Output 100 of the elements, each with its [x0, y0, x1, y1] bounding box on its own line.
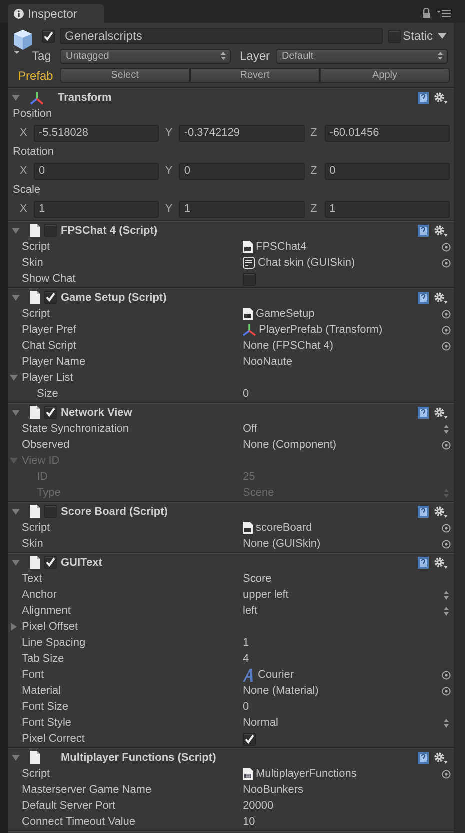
gear-icon[interactable] [434, 752, 448, 764]
property-checkbox[interactable] [243, 272, 256, 286]
enable-checkbox[interactable] [44, 505, 57, 518]
foldout-arrow-icon[interactable] [10, 374, 18, 382]
help-icon[interactable] [418, 406, 429, 418]
enable-checkbox[interactable] [44, 556, 57, 569]
axis-label: X [20, 165, 28, 177]
object-field-value[interactable]: scoreBoard [256, 522, 312, 534]
property-label: Alignment [22, 605, 71, 617]
number-field[interactable]: -60.01456 [324, 124, 450, 142]
prefab-button[interactable]: Apply [320, 68, 450, 83]
property-value[interactable]: 0 [243, 701, 250, 713]
number-field[interactable]: 0 [179, 162, 305, 180]
component-title: Score Board (Script) [61, 506, 168, 518]
gear-icon[interactable] [434, 506, 448, 518]
number-field[interactable]: -0.3742129 [179, 124, 305, 142]
property-label: Tab Size [22, 653, 64, 665]
number-field[interactable]: 0 [34, 162, 160, 180]
prefab-button[interactable]: Revert [190, 68, 320, 83]
gear-icon[interactable] [434, 556, 448, 568]
foldout-arrow-icon[interactable] [12, 294, 20, 302]
object-field-value[interactable]: None (GUISkin) [243, 538, 321, 550]
object-field-value[interactable]: None (FPSChat 4) [243, 340, 334, 352]
property-value[interactable]: 4 [243, 653, 250, 665]
axes-icon [243, 324, 256, 336]
object-field-value[interactable]: None (Component) [243, 439, 337, 451]
property-value[interactable]: 20000 [243, 800, 274, 812]
component-title: FPSChat 4 (Script) [61, 224, 158, 236]
object-field-value[interactable]: None (Material) [243, 685, 319, 697]
enable-checkbox[interactable] [44, 224, 57, 237]
foldout-arrow-icon[interactable] [10, 623, 18, 631]
property-value[interactable]: NooNaute [243, 356, 293, 368]
up-down-arrows-icon[interactable] [444, 718, 448, 728]
property-value[interactable]: 0 [243, 388, 250, 400]
object-field-value[interactable]: GameSetup [256, 308, 315, 320]
property-label: Show Chat [22, 273, 76, 285]
caret-icon[interactable] [438, 33, 448, 39]
inspector-tab[interactable]: Inspector [8, 4, 104, 23]
help-icon[interactable] [418, 292, 429, 304]
property-label: Font [22, 669, 44, 681]
object-field-value[interactable]: Courier [258, 669, 294, 681]
number-field[interactable]: -5.518028 [34, 124, 160, 142]
property-label: Script [22, 308, 50, 320]
number-field[interactable]: 0 [324, 162, 450, 180]
active-checkbox[interactable] [42, 30, 55, 42]
document-icon [30, 751, 40, 764]
enable-checkbox[interactable] [44, 406, 57, 419]
dropdown-value[interactable]: Normal [243, 717, 278, 729]
object-picker-icon[interactable] [442, 440, 450, 450]
name-field[interactable]: Generalscripts [60, 28, 383, 44]
script-file-icon [243, 522, 253, 534]
property-value[interactable]: NooBunkers [243, 784, 304, 796]
property-label: Skin [22, 257, 44, 269]
up-down-arrows-icon[interactable] [444, 590, 448, 600]
foldout-arrow-icon[interactable] [12, 558, 20, 566]
property-label: Font Style [22, 717, 72, 729]
enable-checkbox[interactable] [44, 291, 57, 304]
gear-icon[interactable] [434, 224, 448, 236]
help-icon[interactable] [418, 92, 429, 104]
object-picker-icon[interactable] [442, 770, 450, 778]
lock-icon[interactable] [422, 8, 431, 18]
tag-dropdown[interactable]: Untagged [60, 48, 231, 64]
help-icon[interactable] [418, 556, 429, 568]
property-label: Font Size [22, 701, 68, 713]
foldout-arrow-icon[interactable] [12, 94, 20, 102]
property-checkbox[interactable] [243, 732, 256, 746]
help-icon[interactable] [418, 506, 429, 518]
property-label: Observed [22, 439, 70, 451]
property-value[interactable]: 10 [243, 816, 256, 828]
gear-icon[interactable] [434, 292, 448, 304]
property-value[interactable]: 1 [243, 637, 250, 649]
help-icon[interactable] [418, 224, 429, 236]
foldout-arrow-icon[interactable] [12, 226, 20, 234]
up-down-arrows-icon[interactable] [444, 424, 448, 434]
foldout-arrow-icon[interactable] [12, 508, 20, 516]
dropdown-value[interactable]: upper left [243, 589, 289, 601]
number-field[interactable]: 1 [34, 200, 160, 218]
dropdown-value[interactable]: Off [243, 423, 258, 435]
help-icon[interactable] [418, 752, 429, 764]
object-field-value[interactable]: MultiplayerFunctions [256, 768, 357, 780]
tag-label: Tag [32, 49, 51, 63]
foldout-arrow-icon[interactable] [12, 408, 20, 416]
document-icon [30, 406, 40, 419]
foldout-arrow-icon[interactable] [12, 754, 20, 762]
layer-dropdown[interactable]: Default [276, 48, 448, 64]
object-field-value[interactable]: PlayerPrefab (Transform) [259, 324, 383, 336]
number-field[interactable]: 1 [179, 200, 305, 218]
up-down-arrows-icon[interactable] [444, 606, 448, 616]
script-file-icon [243, 308, 253, 320]
gear-icon[interactable] [434, 406, 448, 418]
menu-icon[interactable] [437, 9, 451, 18]
prefab-button[interactable]: Select [60, 68, 190, 83]
number-field[interactable]: 1 [324, 200, 450, 218]
property-label: Connect Timeout Value [22, 816, 136, 828]
gear-icon[interactable] [434, 92, 448, 104]
static-checkbox[interactable] [388, 30, 401, 42]
property-value[interactable]: Score [243, 573, 272, 585]
object-field-value[interactable]: FPSChat4 [256, 241, 307, 253]
object-field-value[interactable]: Chat skin (GUISkin) [258, 257, 356, 269]
dropdown-value[interactable]: left [243, 605, 258, 617]
